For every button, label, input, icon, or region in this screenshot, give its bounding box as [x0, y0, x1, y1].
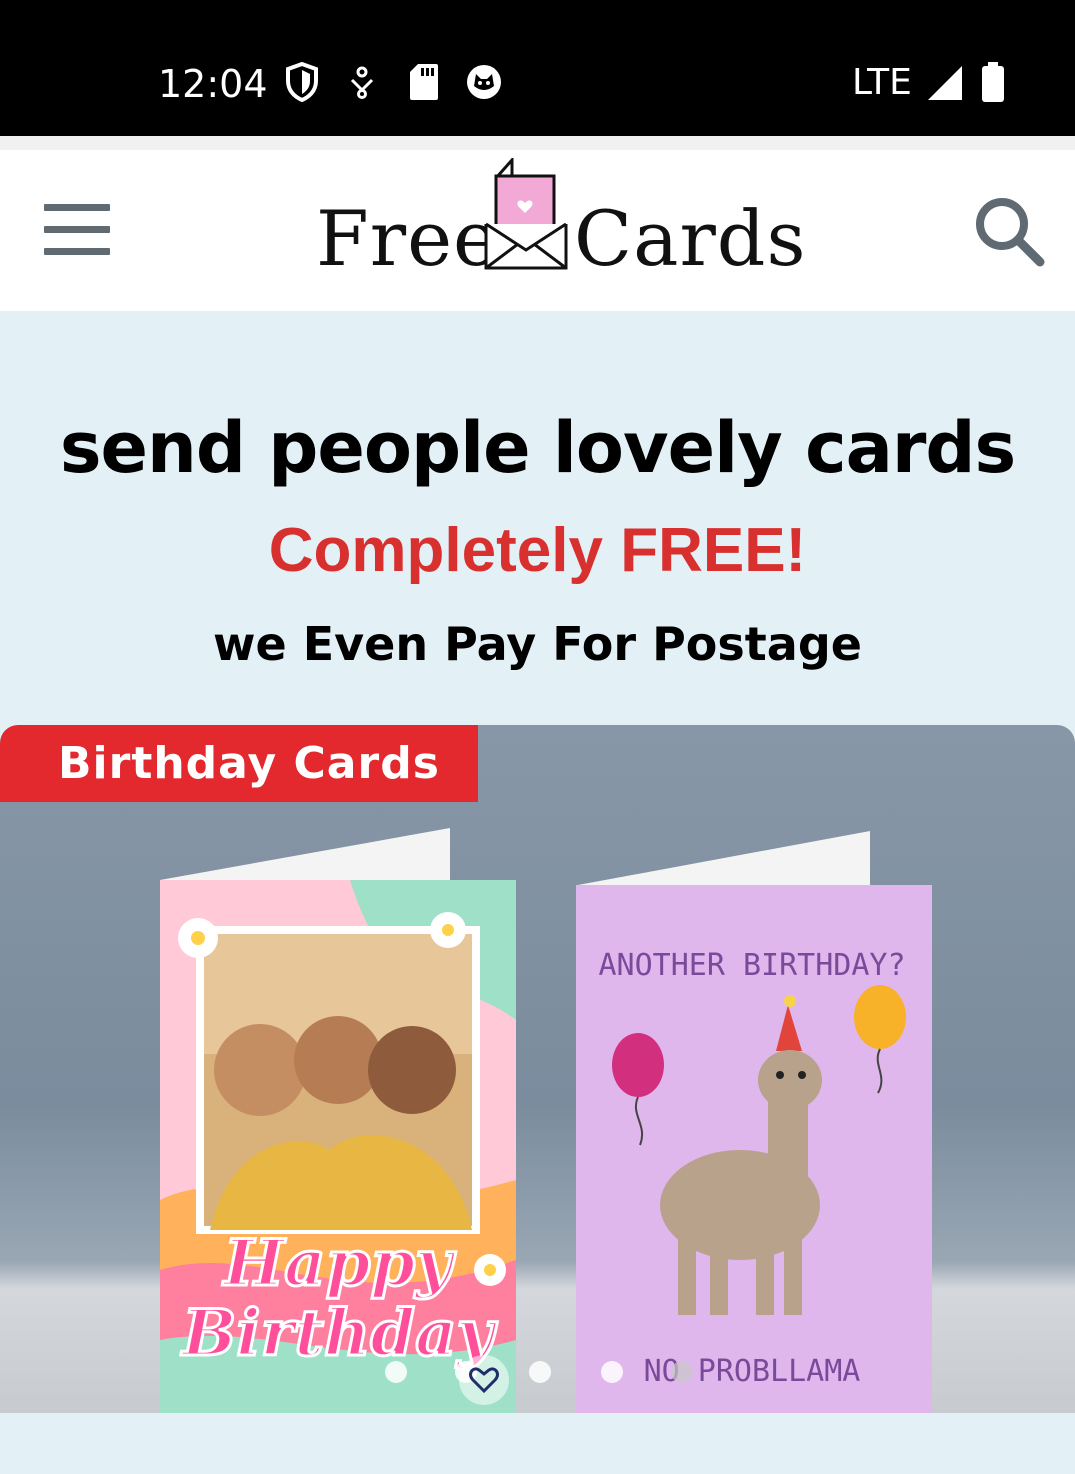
status-bar-divider [0, 136, 1075, 150]
card-carousel[interactable]: Happy Birthday ANOTHER BIRTHDAY? NO PROB… [0, 725, 1075, 1413]
site-logo[interactable]: Free Cards [316, 158, 805, 283]
shield-icon [286, 62, 318, 102]
llama-birthday-card[interactable]: ANOTHER BIRTHDAY? NO PROBLLAMA [570, 825, 940, 1413]
signal-icon [928, 66, 962, 100]
heart-icon [469, 1367, 499, 1394]
sd-card-icon [410, 64, 438, 100]
hero-subtitle: we Even Pay For Postage [213, 617, 862, 671]
cat-face-icon [467, 65, 501, 99]
hero-title: send people lovely cards [59, 407, 1016, 489]
favorite-button[interactable] [459, 1355, 509, 1405]
logo-text-free: Free [316, 194, 500, 283]
hero-highlight: Completely FREE! [268, 516, 807, 585]
carousel-dot-1[interactable] [385, 1361, 407, 1383]
menu-icon [44, 204, 110, 255]
logo-text-cards: Cards [574, 194, 807, 283]
search-button[interactable] [972, 194, 1046, 268]
hero-section: send people lovely cards Completely FREE… [0, 311, 1075, 725]
category-tag[interactable]: Birthday Cards [0, 725, 478, 802]
svg-text:Birthday: Birthday [180, 1296, 497, 1371]
happy-birthday-photo-card[interactable]: Happy Birthday [150, 820, 530, 1413]
menu-button[interactable] [44, 204, 110, 256]
search-icon [976, 198, 1045, 267]
site-header: Free Cards [0, 150, 1075, 311]
svg-text:Happy: Happy [222, 1226, 456, 1301]
status-bar: 12:04 LTE [0, 0, 1075, 136]
card-envelope-logo-icon [484, 158, 568, 270]
llama-card-top-text: ANOTHER BIRTHDAY? [598, 948, 905, 983]
carousel-dot-5[interactable] [671, 1361, 693, 1383]
carousel-dot-3[interactable] [529, 1361, 551, 1383]
carousel-dot-4[interactable] [601, 1361, 623, 1383]
network-type: LTE [852, 62, 912, 103]
battery-icon [982, 62, 1004, 102]
download-icon [350, 66, 374, 99]
status-time: 12:04 [158, 62, 268, 106]
page-bottom [0, 1413, 1075, 1474]
